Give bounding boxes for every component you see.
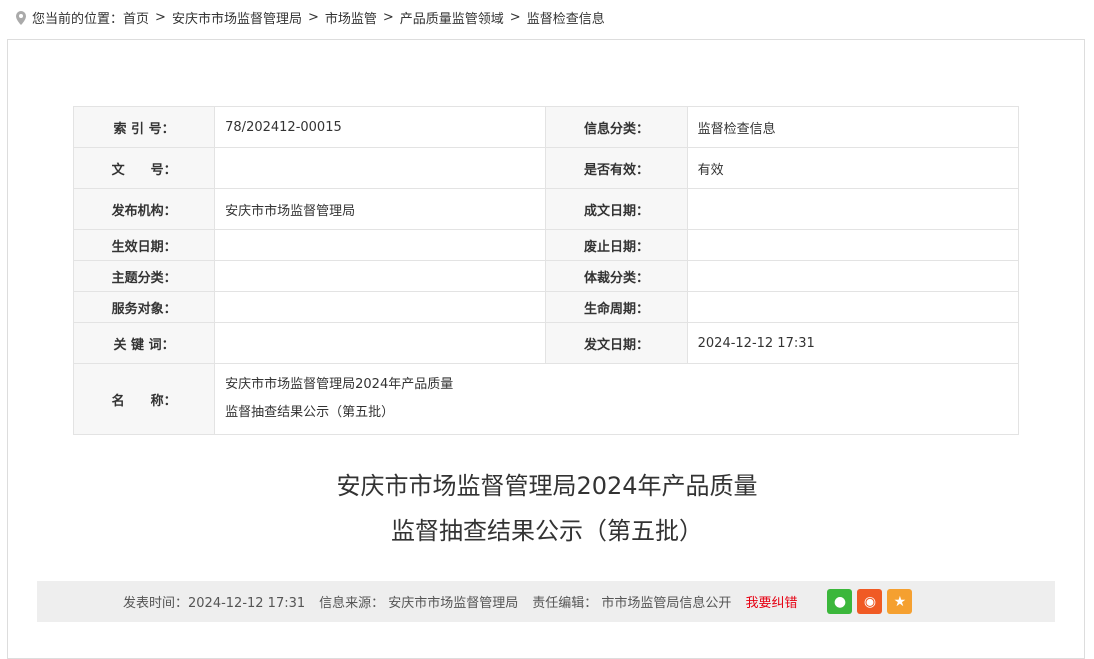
field-label: 发文日期： <box>545 322 688 364</box>
field-value: 有效 <box>686 147 1020 189</box>
breadcrumb-separator: > <box>509 10 521 25</box>
field-value <box>214 322 547 364</box>
field-value: 监督检查信息 <box>686 106 1020 148</box>
field-value <box>214 260 547 292</box>
field-label: 发布机构： <box>72 188 216 230</box>
breadcrumb-market[interactable]: 市场监管 <box>325 8 377 27</box>
field-label: 生效日期： <box>72 229 216 261</box>
breadcrumb-home[interactable]: 首页 <box>123 12 149 27</box>
breadcrumb-separator: > <box>155 10 166 25</box>
breadcrumb-separator: > <box>382 10 394 25</box>
field-label: 文 号： <box>72 147 216 189</box>
article-title-line1: 安庆市市场监督管理局2024年产品质量 <box>336 472 758 500</box>
field-label: 信息分类： <box>545 106 688 148</box>
field-label: 生命周期： <box>545 291 688 323</box>
field-value <box>686 291 1020 323</box>
info-source: 信息来源： 安庆市市场监督管理局 <box>319 596 519 611</box>
article-title-line2: 监督抽查结果公示（第五批） <box>391 517 703 545</box>
article-footer: 发表时间：2024-12-12 17:31 信息来源： 安庆市市场监督管理局 责… <box>37 581 1055 622</box>
report-error-link[interactable]: 我要纠错 <box>745 592 797 611</box>
editor: 责任编辑： 市市场监管局信息公开 <box>532 596 732 611</box>
field-label: 是否有效： <box>545 147 688 189</box>
name-line1: 安庆市市场监督管理局2024年产品质量 <box>225 377 454 392</box>
wechat-icon[interactable]: ● <box>827 589 853 614</box>
table-row: 生效日期： 废止日期： <box>72 229 1020 261</box>
field-value: 安庆市市场监督管理局 <box>214 188 547 230</box>
field-label: 体裁分类： <box>545 260 688 292</box>
metadata-table: 索 引 号： 78/202412-00015 信息分类： 监督检查信息文 号： 是否有效… <box>72 106 1020 435</box>
field-label: 关 键 词： <box>72 322 216 364</box>
field-value <box>686 260 1020 292</box>
breadcrumb: 您当前的位置：首页 > 安庆市市场监督管理局 > 市场监管 > 产品质量监管领域… <box>16 8 605 27</box>
field-value <box>214 291 547 323</box>
field-value: 78/202412-00015 <box>214 106 547 148</box>
field-label: 成文日期： <box>545 188 688 230</box>
publish-time: 发表时间：2024-12-12 17:31 <box>123 596 306 611</box>
field-value <box>214 229 547 261</box>
table-row: 名 称： 安庆市市场监督管理局2024年产品质量 监督抽查结果公示（第五批） <box>72 363 1019 435</box>
field-value: 2024-12-12 17:31 <box>686 322 1020 364</box>
breadcrumb-current[interactable]: 监督检查信息 <box>527 8 605 27</box>
table-row: 主题分类： 体裁分类： <box>72 260 1020 292</box>
weibo-icon[interactable]: ◉ <box>857 589 883 614</box>
table-row: 关 键 词： 发文日期： 2024-12-12 17:31 <box>72 322 1020 364</box>
breadcrumb-quality[interactable]: 产品质量监管领域 <box>400 8 504 27</box>
field-value <box>214 147 547 189</box>
name-line2: 监督抽查结果公示（第五批） <box>225 405 395 420</box>
table-row: 文 号： 是否有效： 有效 <box>72 147 1020 189</box>
favorite-icon[interactable]: ★ <box>887 589 913 614</box>
table-row: 服务对象： 生命周期： <box>72 291 1020 323</box>
table-row: 发布机构： 安庆市市场监督管理局 成文日期： <box>72 188 1020 230</box>
breadcrumb-bureau[interactable]: 安庆市市场监督管理局 <box>172 8 302 27</box>
field-label: 索 引 号： <box>72 106 216 148</box>
breadcrumb-separator: > <box>307 10 319 25</box>
location-pin-icon <box>16 10 26 25</box>
name-label: 名 称： <box>72 363 216 435</box>
table-row: 索 引 号： 78/202412-00015 信息分类： 监督检查信息 <box>72 106 1020 148</box>
field-value <box>686 188 1020 230</box>
field-label: 主题分类： <box>72 260 216 292</box>
field-label: 服务对象： <box>72 291 216 323</box>
breadcrumb-prefix: 您当前的位置： <box>32 12 124 27</box>
field-label: 废止日期： <box>545 229 688 261</box>
field-value <box>686 229 1020 261</box>
